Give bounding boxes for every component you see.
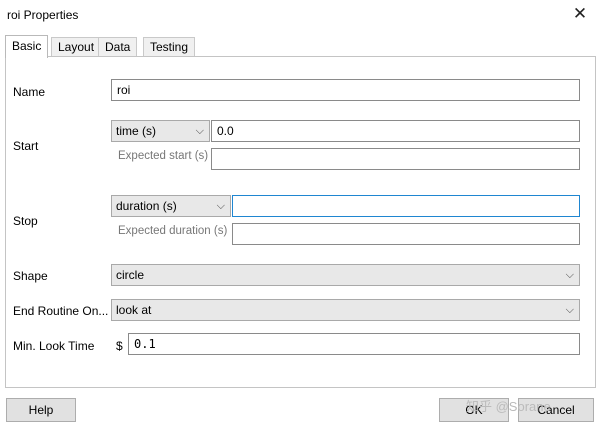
- watermark: 知乎 @Sorane: [466, 399, 551, 414]
- title-bar: roi Properties ✕: [0, 0, 600, 30]
- expected-duration-label: Expected duration (s): [118, 225, 228, 237]
- stop-type-value: duration (s): [116, 199, 177, 213]
- window-title: roi Properties: [7, 8, 79, 22]
- tab-testing[interactable]: Testing: [143, 37, 196, 56]
- min-look-time-field[interactable]: 0.1: [128, 333, 580, 355]
- code-prefix: $: [116, 339, 123, 353]
- stop-label: Stop: [13, 214, 38, 228]
- chevron-down-icon: ⌵: [565, 304, 574, 316]
- tab-layout[interactable]: Layout: [51, 37, 102, 56]
- expected-start-field[interactable]: [211, 148, 580, 170]
- expected-duration-field[interactable]: [232, 223, 580, 245]
- start-value-field[interactable]: 0.0: [211, 120, 580, 142]
- end-routine-label: End Routine On...: [13, 304, 109, 318]
- min-look-time-label: Min. Look Time: [13, 339, 95, 353]
- name-label: Name: [13, 85, 46, 99]
- shape-select[interactable]: circle ⌵: [111, 264, 580, 286]
- shape-value: circle: [116, 268, 145, 282]
- end-routine-select[interactable]: look at ⌵: [111, 299, 580, 321]
- stop-type-select[interactable]: duration (s) ⌵: [111, 195, 231, 217]
- tab-basic[interactable]: Basic: [5, 35, 49, 58]
- stop-value-field[interactable]: [232, 195, 580, 217]
- start-type-value: time (s): [116, 124, 156, 138]
- expected-start-label: Expected start (s): [118, 150, 209, 162]
- close-icon[interactable]: ✕: [566, 3, 594, 25]
- end-routine-value: look at: [116, 303, 152, 317]
- tab-data[interactable]: Data: [98, 37, 138, 56]
- help-button[interactable]: Help: [6, 398, 76, 422]
- start-label: Start: [13, 139, 39, 153]
- chevron-down-icon: ⌵: [565, 269, 574, 281]
- shape-label: Shape: [13, 269, 48, 283]
- basic-panel: Name roi Start time (s) ⌵ 0.0 Expected s…: [5, 56, 596, 388]
- chevron-down-icon: ⌵: [195, 125, 204, 137]
- start-type-select[interactable]: time (s) ⌵: [111, 120, 210, 142]
- chevron-down-icon: ⌵: [216, 200, 225, 212]
- name-field[interactable]: roi: [111, 79, 580, 101]
